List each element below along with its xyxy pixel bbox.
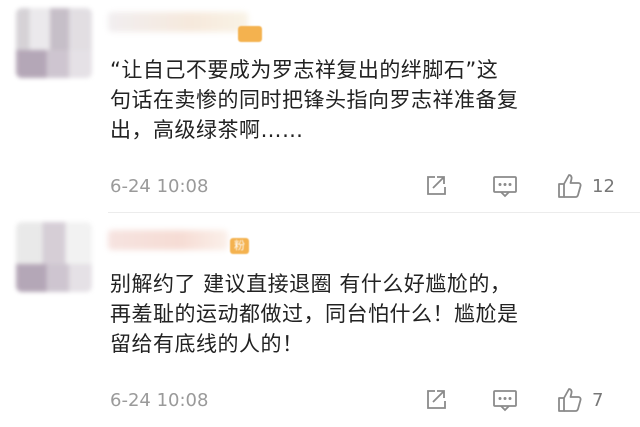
like-count: 12 [592, 176, 615, 197]
thumbs-up-icon [558, 388, 582, 412]
fan-badge: 粉 [230, 238, 249, 254]
fan-badge [238, 26, 262, 42]
comment-text: 别解约了 建议直接退圈 有什么好尴尬的， 再羞耻的运动都做过，同台怕什么！尴尬是… [110, 269, 625, 359]
comment-text-line: 句话在卖惨的同时把锋头指向罗志祥准备复 [110, 88, 519, 112]
like-button[interactable] [556, 386, 584, 414]
share-icon [427, 176, 446, 195]
comment-item: 粉 别解约了 建议直接退圈 有什么好尴尬的， 再羞耻的运动都做过，同台怕什么！尴… [0, 214, 640, 427]
divider [108, 212, 640, 213]
avatar[interactable] [16, 222, 92, 292]
comment-time: 6-24 10:08 [110, 176, 209, 197]
comment-time: 6-24 10:08 [110, 390, 209, 411]
comment-footer: 6-24 10:08 7 [110, 386, 640, 416]
share-icon [427, 390, 446, 409]
comment-text-line: 别解约了 建议直接退圈 有什么好尴尬的， [110, 272, 512, 296]
like-button[interactable] [556, 172, 584, 200]
comment-text-line: 留给有底线的人的！ [110, 332, 304, 356]
share-button[interactable] [422, 172, 450, 200]
reply-icon [493, 176, 517, 198]
avatar[interactable] [16, 8, 92, 78]
thumbs-up-icon [558, 174, 582, 198]
username-blurred[interactable] [108, 12, 248, 32]
share-button[interactable] [422, 386, 450, 414]
comment-item: “让自己不要成为罗志祥复出的绊脚石”这 句话在卖惨的同时把锋头指向罗志祥准备复 … [0, 0, 640, 212]
reply-button[interactable] [491, 386, 519, 414]
comment-text: “让自己不要成为罗志祥复出的绊脚石”这 句话在卖惨的同时把锋头指向罗志祥准备复 … [110, 55, 625, 145]
username-blurred[interactable] [108, 230, 228, 250]
comment-text-line: “让自己不要成为罗志祥复出的绊脚石”这 [110, 58, 499, 82]
comment-text-line: 再羞耻的运动都做过，同台怕什么！尴尬是 [110, 302, 519, 326]
comment-footer: 6-24 10:08 12 [110, 172, 640, 202]
like-count: 7 [592, 390, 604, 411]
comment-text-line: 出，高级绿茶啊…… [110, 118, 304, 142]
reply-button[interactable] [491, 172, 519, 200]
reply-icon [493, 390, 517, 412]
